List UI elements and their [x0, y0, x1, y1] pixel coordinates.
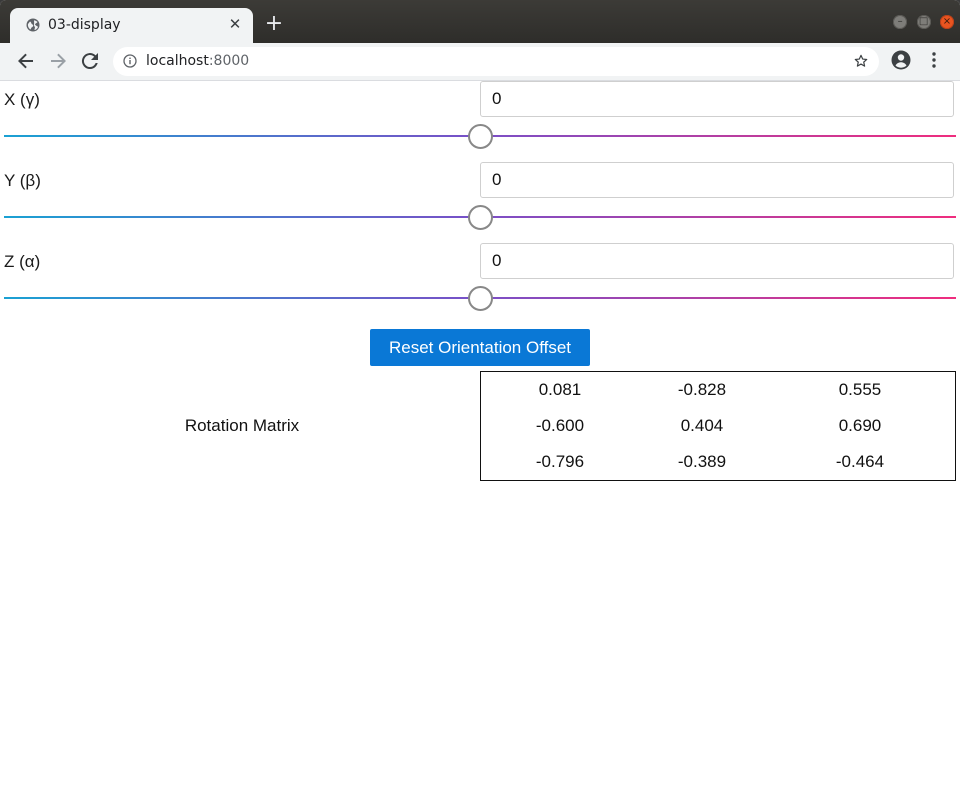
matrix-cell: 0.555 [838, 380, 882, 399]
y-slider-thumb[interactable] [468, 205, 493, 230]
matrix-cell: 0.690 [838, 416, 882, 435]
y-slider[interactable] [4, 204, 956, 230]
minimize-button[interactable]: – [893, 15, 908, 29]
rotation-matrix-table: 0.081 -0.828 0.555 -0.600 0.404 0.690 -0… [480, 371, 956, 481]
z-control: Z (α) [4, 243, 956, 324]
matrix-cell: -0.828 [677, 380, 727, 399]
matrix-cell: -0.600 [535, 416, 585, 435]
url-host: localhost [146, 53, 209, 69]
matrix-cell: -0.796 [535, 452, 585, 471]
y-label: Y (β) [4, 171, 41, 190]
profile-avatar-icon[interactable] [891, 50, 911, 70]
matrix-cell: -0.389 [677, 452, 727, 471]
z-input[interactable] [480, 243, 954, 279]
back-arrow-icon[interactable] [14, 49, 38, 73]
y-input[interactable] [480, 162, 954, 198]
close-icon: × [942, 16, 952, 27]
bookmark-star-icon[interactable] [853, 53, 869, 69]
url-port: :8000 [208, 53, 250, 69]
more-menu-icon[interactable] [926, 51, 942, 69]
x-control: X (γ) [4, 81, 956, 162]
matrix-cell: 0.404 [680, 416, 724, 435]
new-tab-button[interactable]: + [264, 13, 284, 35]
z-slider[interactable] [4, 285, 956, 311]
matrix-row: 0.081 -0.828 0.555 [481, 372, 955, 408]
window-controls: – □ × [888, 15, 954, 31]
page-content: X (γ) Y (β) Z (α) Reset Orientation Off [4, 81, 956, 806]
tab-03-display[interactable]: 03-display ✕ [10, 8, 253, 43]
maximize-icon: □ [918, 16, 929, 27]
matrix-cell: -0.464 [835, 452, 885, 471]
maximize-button[interactable]: □ [916, 15, 931, 29]
y-control: Y (β) [4, 162, 956, 243]
rotation-matrix-label: Rotation Matrix [184, 416, 300, 435]
browser-window: 03-display ✕ + – □ × localhost:8000 X (γ… [0, 0, 960, 810]
x-input[interactable] [480, 81, 954, 117]
matrix-cell: 0.081 [538, 380, 582, 399]
matrix-row: -0.600 0.404 0.690 [481, 408, 955, 444]
tab-title: 03-display [48, 17, 121, 33]
browser-toolbar: localhost:8000 [0, 43, 960, 81]
minimize-icon: – [897, 16, 903, 27]
z-slider-thumb[interactable] [468, 286, 493, 311]
info-icon[interactable] [123, 54, 137, 68]
z-label: Z (α) [4, 252, 41, 271]
x-label: X (γ) [4, 90, 40, 109]
globe-icon [26, 18, 40, 32]
matrix-row: -0.796 -0.389 -0.464 [481, 444, 955, 480]
tab-close-icon[interactable]: ✕ [227, 16, 243, 32]
url-text: localhost:8000 [146, 53, 249, 69]
reset-orientation-offset-button[interactable]: Reset Orientation Offset [370, 329, 590, 366]
x-slider[interactable] [4, 123, 956, 149]
tab-strip: 03-display ✕ + – □ × [0, 0, 960, 43]
x-slider-thumb[interactable] [468, 124, 493, 149]
reload-icon[interactable] [78, 49, 102, 73]
forward-arrow-icon[interactable] [46, 49, 70, 73]
address-bar[interactable]: localhost:8000 [113, 47, 879, 76]
close-window-button[interactable]: × [940, 15, 954, 29]
